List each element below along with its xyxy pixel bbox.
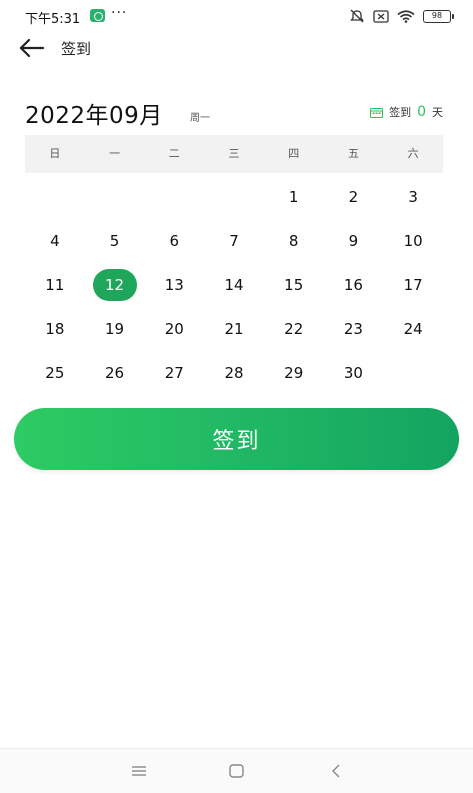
calendar-day[interactable]: 21 [204, 307, 264, 351]
calendar-day[interactable]: 5 [85, 219, 145, 263]
calendar-day[interactable]: 23 [324, 307, 384, 351]
weekday-label: 周一 [190, 113, 210, 124]
calendar-day[interactable]: 2 [324, 175, 384, 219]
wifi-icon [397, 9, 415, 23]
calendar-day[interactable]: 6 [144, 219, 204, 263]
home-icon[interactable] [226, 761, 248, 781]
status-time: 下午5:31 [25, 12, 81, 27]
checkin-count: 0 [417, 104, 426, 120]
calendar-day-number: 5 [109, 232, 120, 250]
calendar-day-number: 12 [92, 269, 137, 301]
calendar-day-number: 6 [169, 232, 180, 250]
calendar-day-number: 25 [45, 364, 65, 382]
calendar-day[interactable]: 4 [25, 219, 85, 263]
calendar-day[interactable]: 25 [25, 351, 85, 395]
calendar-day-number: 7 [229, 232, 239, 250]
calendar-day[interactable]: 24 [383, 307, 443, 351]
calendar-icon [370, 107, 384, 118]
checkin-label: 签到 [389, 106, 412, 119]
calendar-day-number: 18 [45, 320, 65, 338]
mute-icon [350, 9, 364, 23]
status-bar: 下午5:31 ··· 98 [0, 0, 473, 32]
menu-icon[interactable] [128, 761, 150, 781]
calendar-day-number: 9 [348, 232, 359, 250]
calendar-day[interactable]: 20 [144, 307, 204, 351]
calendar-day[interactable]: 26 [85, 351, 145, 395]
calendar-days-grid: 1 2 3 4 5 6 7 8 9 10 11 12 13 14 15 16 17 18 19 20 21 22 23 24 2… [25, 175, 443, 395]
calendar-day-number: 2 [348, 188, 359, 206]
app-shield-icon [90, 9, 105, 22]
calendar-day[interactable]: 11 [25, 263, 85, 307]
calendar-day[interactable]: 19 [85, 307, 145, 351]
calendar-day-number: 17 [403, 276, 423, 294]
calendar-day-number: 22 [284, 320, 304, 338]
calendar-day[interactable]: 7 [204, 219, 264, 263]
calendar-day-number: 27 [164, 364, 184, 382]
calendar-day-number: 23 [343, 320, 363, 338]
back-icon[interactable] [325, 761, 347, 781]
calendar-day-empty [204, 175, 264, 219]
calendar-day[interactable]: 27 [144, 351, 204, 395]
calendar-day-number: 4 [50, 232, 60, 250]
calendar-day-number: 30 [343, 364, 363, 382]
system-nav-bar [0, 748, 473, 793]
app-header: 签到 [0, 32, 473, 64]
weekday-wed: 三 [228, 147, 240, 160]
calendar-day-number: 13 [164, 276, 184, 294]
status-icons: 98 [349, 7, 454, 25]
back-arrow-icon[interactable] [18, 36, 46, 60]
weekday-mon: 一 [109, 147, 121, 160]
calendar-day-number: 26 [105, 364, 125, 382]
calendar-day[interactable]: 14 [204, 263, 264, 307]
battery-icon: 98 [423, 9, 454, 23]
calendar-day-empty [383, 351, 443, 395]
calendar-day[interactable]: 8 [264, 219, 324, 263]
calendar-day-number: 20 [164, 320, 184, 338]
calendar-day[interactable]: 1 [264, 175, 324, 219]
calendar-day[interactable]: 13 [144, 263, 204, 307]
calendar-day-empty [85, 175, 145, 219]
sim-icon [373, 9, 389, 23]
calendar-day-number: 24 [403, 320, 423, 338]
calendar-day-selected[interactable]: 12 [85, 263, 145, 307]
calendar-day-number: 1 [288, 188, 299, 206]
calendar-day-number: 19 [105, 320, 125, 338]
calendar-day[interactable]: 17 [383, 263, 443, 307]
month-title: 2022年09月 [25, 103, 163, 129]
calendar-day[interactable]: 30 [324, 351, 384, 395]
calendar-day-number: 3 [408, 188, 418, 206]
weekday-sun: 日 [49, 147, 61, 160]
calendar-day-number: 28 [224, 364, 244, 382]
calendar-day[interactable]: 29 [264, 351, 324, 395]
calendar-day-number: 8 [288, 232, 299, 250]
calendar-day[interactable]: 16 [324, 263, 384, 307]
checkin-unit: 天 [432, 106, 443, 119]
calendar-day[interactable]: 15 [264, 263, 324, 307]
calendar-day[interactable]: 3 [383, 175, 443, 219]
checkin-button[interactable]: 签到 [14, 408, 459, 470]
calendar-day-empty [144, 175, 204, 219]
weekday-thu: 四 [288, 147, 300, 160]
week-header: 日 一 二 三 四 五 六 [25, 135, 443, 173]
calendar-day-number: 29 [284, 364, 304, 382]
page-title: 签到 [61, 40, 92, 58]
calendar-day-empty [25, 175, 85, 219]
calendar-day-number: 11 [45, 276, 65, 294]
calendar-day[interactable]: 28 [204, 351, 264, 395]
calendar-day[interactable]: 18 [25, 307, 85, 351]
checkin-summary: 签到 0 天 [370, 104, 443, 120]
more-notifications-icon: ··· [111, 5, 128, 21]
weekday-tue: 二 [168, 147, 180, 160]
calendar-day[interactable]: 10 [383, 219, 443, 263]
calendar-day-number: 10 [403, 232, 423, 250]
calendar-day-number: 21 [224, 320, 244, 338]
calendar-day-number: 14 [224, 276, 244, 294]
calendar-day-number: 16 [343, 276, 363, 294]
calendar-day-number: 15 [284, 276, 304, 294]
weekday-fri: 五 [347, 147, 359, 160]
calendar-day[interactable]: 9 [324, 219, 384, 263]
calendar-day[interactable]: 22 [264, 307, 324, 351]
weekday-sat: 六 [407, 147, 419, 160]
